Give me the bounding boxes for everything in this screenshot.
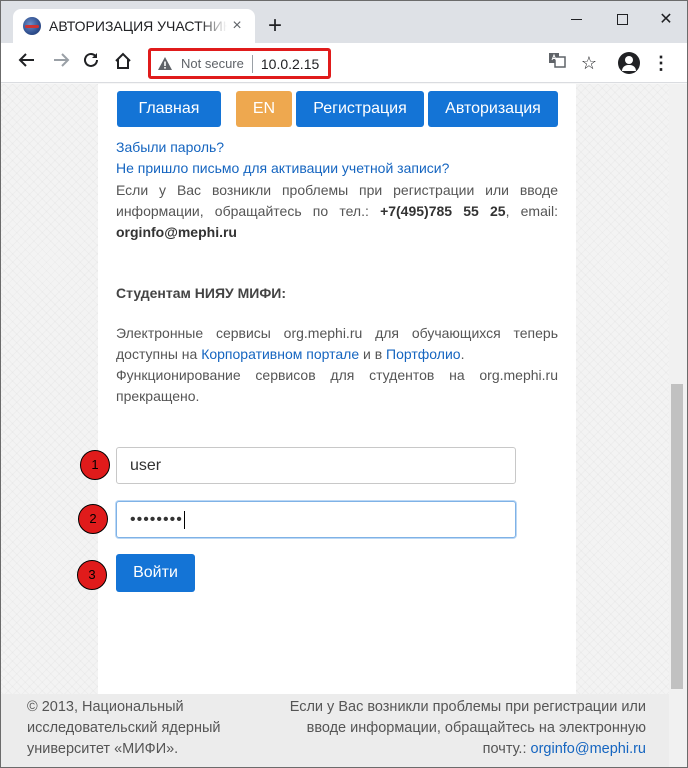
support-email: orginfo@mephi.ru <box>116 224 237 240</box>
security-label: Not secure <box>181 56 244 71</box>
browser-tab[interactable]: АВТОРИЗАЦИЯ УЧАСТНИКА × <box>13 9 255 43</box>
translate-icon <box>549 53 566 68</box>
corporate-portal-link[interactable]: Корпоративном портале <box>201 346 359 362</box>
url-text: 10.0.2.15 <box>260 55 320 72</box>
close-window-button[interactable]: ✕ <box>651 9 681 31</box>
maximize-icon <box>616 14 628 26</box>
no-activation-email-link[interactable]: Не пришло письмо для активации учетной з… <box>116 160 449 176</box>
browser-toolbar: Not secure 10.0.2.15 ☆ ⋮ <box>1 43 687 83</box>
footer-copyright: © 2013, Национальный исследовательский я… <box>27 699 221 757</box>
students-p1-end: . <box>460 346 465 362</box>
username-input[interactable]: user <box>116 447 516 484</box>
profile-button[interactable] <box>617 51 641 75</box>
support-phone: +7(495)785 55 25 <box>380 203 506 219</box>
reload-icon <box>84 52 98 67</box>
new-tab-button[interactable]: + <box>263 14 287 39</box>
browser-window: АВТОРИЗАЦИЯ УЧАСТНИКА × + ✕ Not secure 1… <box>0 0 688 768</box>
username-value: user <box>130 457 162 474</box>
text-caret <box>183 510 185 529</box>
students-heading: Студентам НИЯУ МИФИ: <box>116 285 287 301</box>
tab-close-icon[interactable]: × <box>229 18 245 34</box>
minimize-icon <box>570 19 582 21</box>
profile-icon <box>618 52 640 74</box>
arrow-right-icon <box>54 53 70 67</box>
portfolio-link[interactable]: Портфолио <box>386 346 461 362</box>
title-bar: АВТОРИЗАЦИЯ УЧАСТНИКА × + ✕ <box>1 1 687 43</box>
address-divider <box>251 54 253 73</box>
bookmark-button[interactable]: ☆ <box>577 51 601 75</box>
nav-register-button[interactable]: Регистрация <box>296 91 424 127</box>
menu-button[interactable]: ⋮ <box>649 51 673 75</box>
info-text-mid: , email: <box>505 203 558 219</box>
page-scrollbar[interactable] <box>669 84 687 767</box>
star-icon: ☆ <box>580 53 598 73</box>
minimize-button[interactable] <box>561 9 591 31</box>
nav-main-button[interactable]: Главная <box>117 91 221 127</box>
site-favicon-icon <box>23 17 41 35</box>
forgot-password-link[interactable]: Забыли пароль? <box>116 139 224 155</box>
home-icon <box>115 52 131 69</box>
scrollbar-thumb[interactable] <box>671 384 683 689</box>
password-input[interactable]: •••••••• <box>116 501 516 538</box>
page-footer: © 2013, Национальный исследовательский я… <box>1 694 669 767</box>
footer-email-link[interactable]: orginfo@mephi.ru <box>531 741 646 757</box>
students-p2: Функционирование сервисов для студентов … <box>116 367 558 404</box>
address-bar[interactable]: Not secure 10.0.2.15 <box>148 48 331 79</box>
annotation-marker-2: 2 <box>78 504 108 534</box>
students-p1-mid: и в <box>359 346 387 362</box>
reload-button[interactable] <box>79 51 103 75</box>
arrow-left-icon <box>18 53 34 67</box>
translate-button[interactable] <box>545 51 569 75</box>
footer-contact: Если у Вас возникли проблемы при регистр… <box>266 697 646 760</box>
forward-button[interactable] <box>49 51 73 75</box>
annotation-marker-3: 3 <box>77 560 107 590</box>
kebab-menu-icon: ⋮ <box>652 53 670 73</box>
warning-icon <box>158 56 172 70</box>
login-submit-button[interactable]: Войти <box>116 554 195 592</box>
back-button[interactable] <box>15 51 39 75</box>
maximize-button[interactable] <box>607 9 637 31</box>
password-value: •••••••• <box>130 511 183 528</box>
home-button[interactable] <box>111 51 135 75</box>
students-notice: Электронные сервисы org.mephi.ru для обу… <box>116 323 558 407</box>
tab-title: АВТОРИЗАЦИЯ УЧАСТНИКА <box>49 18 227 34</box>
language-en-button[interactable]: EN <box>236 91 292 127</box>
page-viewport: Главная EN Регистрация Авторизация Забыл… <box>1 84 669 767</box>
help-info-text: Если у Вас возникли проблемы при регистр… <box>116 180 558 243</box>
annotation-marker-1: 1 <box>80 450 110 480</box>
nav-auth-button[interactable]: Авторизация <box>428 91 558 127</box>
